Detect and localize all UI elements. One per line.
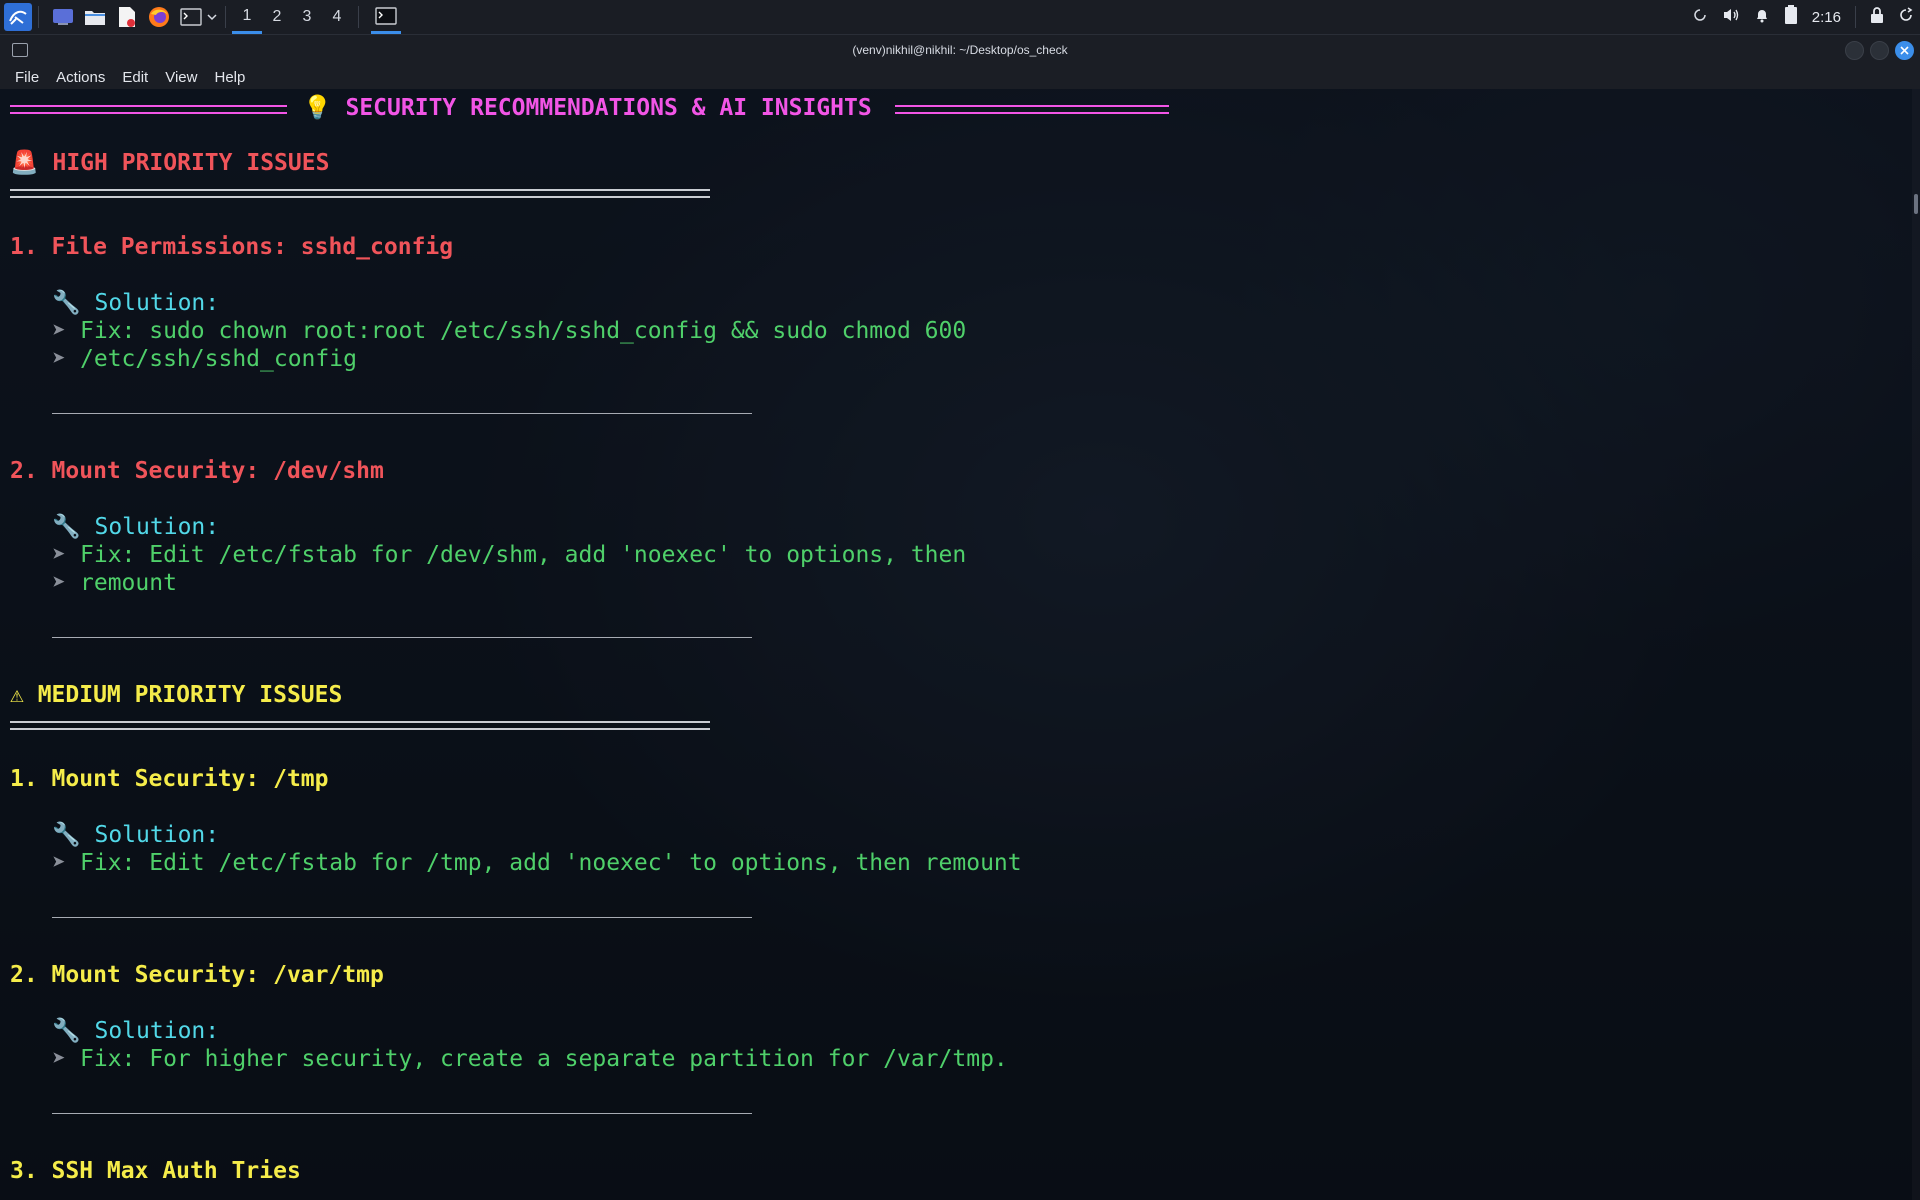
workspace-4[interactable]: 4: [322, 0, 352, 34]
bullet-icon: ➤: [52, 850, 66, 876]
window-menu-icon[interactable]: [12, 43, 28, 57]
volume-icon[interactable]: [1722, 7, 1740, 28]
close-button[interactable]: [1895, 41, 1914, 60]
high-item-1-title: 1. File Permissions: sshd_config: [10, 234, 454, 260]
scrollbar-thumb[interactable]: [1914, 194, 1918, 214]
minimize-button[interactable]: [1845, 41, 1864, 60]
workspace-3[interactable]: 3: [292, 0, 322, 34]
high-item-2-solution-label: 🔧 Solution:: [52, 514, 220, 540]
item-divider: [52, 917, 752, 918]
high-item-1-line-2: /etc/ssh/sshd_config: [80, 346, 357, 372]
workspace-1[interactable]: 1: [232, 0, 262, 34]
bullet-icon: ➤: [52, 346, 66, 372]
medium-item-1-solution-label: 🔧 Solution:: [52, 822, 220, 848]
header-rule-right: [895, 105, 1169, 114]
item-divider: [52, 413, 752, 414]
window-title: (venv)nikhil@nikhil: ~/Desktop/os_check: [852, 43, 1068, 57]
menu-help[interactable]: Help: [214, 69, 245, 86]
battery-icon[interactable]: [1784, 4, 1798, 30]
taskbar-separator: [38, 6, 39, 28]
chevron-down-icon[interactable]: [205, 3, 219, 31]
high-item-2-title: 2. Mount Security: /dev/shm: [10, 458, 384, 484]
item-divider: [52, 1113, 752, 1114]
files-icon[interactable]: [81, 3, 109, 31]
taskbar-separator: [1855, 6, 1856, 28]
terminal-scrollbar[interactable]: [1912, 89, 1920, 1200]
high-item-1-solution-label: 🔧 Solution:: [52, 290, 220, 316]
medium-item-2-title: 2. Mount Security: /var/tmp: [10, 962, 384, 988]
medium-item-3-title: 3. SSH Max Auth Tries: [10, 1158, 301, 1184]
task-terminal-window[interactable]: [371, 0, 401, 34]
terminal-icon[interactable]: [177, 3, 205, 31]
terminal-output[interactable]: 💡 SECURITY RECOMMENDATIONS & AI INSIGHTS…: [0, 89, 1912, 1200]
power-icon[interactable]: [1898, 6, 1914, 28]
taskbar: 1 2 3 4 2:16: [0, 0, 1920, 35]
item-divider: [52, 637, 752, 638]
high-item-1-line-1: Fix: sudo chown root:root /etc/ssh/sshd_…: [80, 318, 967, 344]
maximize-button[interactable]: [1870, 41, 1889, 60]
medium-priority-heading: ⚠ MEDIUM PRIORITY ISSUES: [10, 682, 343, 708]
menu-view[interactable]: View: [165, 69, 197, 86]
medium-heading-rule: [10, 721, 710, 730]
bullet-icon: ➤: [52, 318, 66, 344]
section-header: 💡 SECURITY RECOMMENDATIONS & AI INSIGHTS: [303, 95, 872, 121]
medium-item-1-title: 1. Mount Security: /tmp: [10, 766, 329, 792]
kali-menu-icon[interactable]: [4, 3, 32, 31]
high-item-2-line-1: Fix: Edit /etc/fstab for /dev/shm, add '…: [80, 542, 967, 568]
menu-edit[interactable]: Edit: [122, 69, 148, 86]
taskbar-separator: [358, 6, 359, 28]
firefox-icon[interactable]: [145, 3, 173, 31]
bullet-icon: ➤: [52, 570, 66, 596]
medium-item-2-line-1: Fix: For higher security, create a separ…: [80, 1046, 1008, 1072]
close-icon: [1900, 46, 1909, 55]
workspace-2[interactable]: 2: [262, 0, 292, 34]
menu-file[interactable]: File: [15, 69, 39, 86]
high-heading-rule: [10, 189, 710, 198]
lock-icon[interactable]: [1870, 6, 1884, 28]
bell-icon[interactable]: [1754, 7, 1770, 28]
medium-item-2-solution-label: 🔧 Solution:: [52, 1018, 220, 1044]
header-rule-left: [10, 105, 287, 114]
text-editor-icon[interactable]: [113, 3, 141, 31]
clock[interactable]: 2:16: [1812, 9, 1841, 26]
high-priority-heading: 🚨 HIGH PRIORITY ISSUES: [10, 150, 330, 176]
taskbar-separator: [225, 6, 226, 28]
refresh-icon[interactable]: [1692, 7, 1708, 28]
bullet-icon: ➤: [52, 542, 66, 568]
desktop-icon[interactable]: [49, 3, 77, 31]
window-titlebar[interactable]: (venv)nikhil@nikhil: ~/Desktop/os_check: [0, 35, 1920, 65]
high-item-2-line-2: remount: [80, 570, 177, 596]
menu-bar: File Actions Edit View Help: [0, 65, 1920, 89]
medium-item-1-line-1: Fix: Edit /etc/fstab for /tmp, add 'noex…: [80, 850, 1022, 876]
bullet-icon: ➤: [52, 1046, 66, 1072]
menu-actions[interactable]: Actions: [56, 69, 105, 86]
